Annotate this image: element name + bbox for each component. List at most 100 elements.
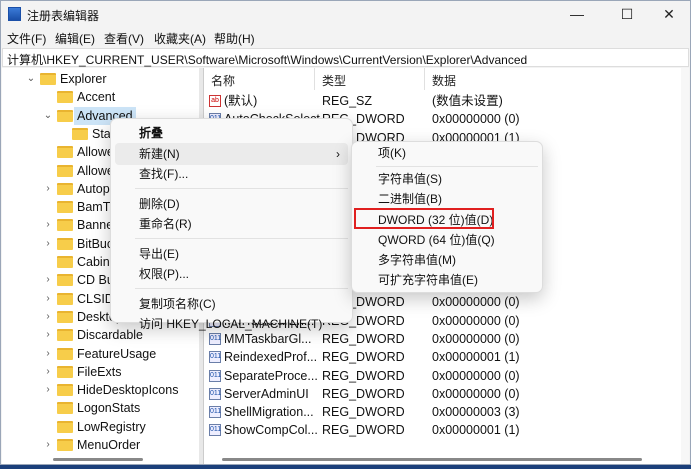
menu-item-label: 权限(P)... <box>139 267 189 281</box>
menu-file[interactable]: 文件(F) <box>7 30 46 47</box>
binary-value-icon: 011 <box>209 424 221 437</box>
submenu-arrow-icon: › <box>336 146 340 161</box>
folder-icon <box>57 91 73 104</box>
value-row[interactable]: 011 SeparateProce... REG_DWORD 0x00000000 (… <box>209 367 669 385</box>
tree-horizontal-scrollbar[interactable] <box>53 458 143 461</box>
folder-icon <box>57 146 73 159</box>
value-data: 0x00000001 (1) <box>432 423 520 438</box>
submenu-item[interactable]: 字符串值(S) <box>354 168 538 190</box>
column-header-name[interactable]: 名称 <box>211 72 235 89</box>
expand-chevron-icon[interactable]: ⌄ <box>43 107 53 125</box>
minimize-button[interactable]: — <box>554 1 600 27</box>
context-menu-item[interactable]: 重命名(R) <box>115 213 348 235</box>
value-data: 0x00000000 (0) <box>432 368 520 383</box>
menu-item-label: 多字符串值(M) <box>378 253 456 267</box>
folder-icon <box>57 219 73 232</box>
context-menu-item[interactable]: 折叠 <box>115 122 348 144</box>
maximize-button[interactable]: ☐ <box>604 1 650 27</box>
tree-item-label: Banne <box>77 218 114 233</box>
tree-item-label: Allowe <box>77 145 114 160</box>
value-row[interactable]: 011 ShowCompCol... REG_DWORD 0x00000001 (1) <box>209 421 669 439</box>
close-button[interactable]: ✕ <box>646 1 691 27</box>
expand-chevron-icon[interactable]: › <box>43 290 53 308</box>
context-menu-item[interactable]: 访问 HKEY_LOCAL_MACHINE(T) <box>115 313 348 335</box>
menu-item-label: 折叠 <box>139 126 164 140</box>
submenu-item[interactable]: 多字符串值(M) <box>354 249 538 271</box>
tree-item-label: MenuOrder <box>77 438 141 452</box>
expand-chevron-icon[interactable]: › <box>43 271 53 289</box>
context-menu-item[interactable]: 复制项名称(C) <box>115 293 348 315</box>
expand-chevron-icon[interactable]: › <box>43 363 53 381</box>
folder-icon <box>57 310 73 323</box>
value-name: ShowCompCol... <box>224 423 318 438</box>
menu-item-label: 项(K) <box>378 146 406 160</box>
value-row[interactable]: 011 ShellMigration... REG_DWORD 0x00000003 … <box>209 403 669 421</box>
value-data: 0x00000000 (0) <box>432 313 520 328</box>
value-type: REG_SZ <box>322 94 373 108</box>
context-menu-item[interactable]: 新建(N) › <box>115 142 348 165</box>
folder-icon <box>57 109 73 122</box>
value-name: ServerAdminUI <box>224 386 309 401</box>
tree-item-label: Accent <box>77 90 116 105</box>
menu-item-label: 字符串值(S) <box>378 172 442 187</box>
address-bar[interactable]: 计算机\HKEY_CURRENT_USER\Software\Microsoft… <box>2 48 689 67</box>
expand-chevron-icon[interactable]: › <box>43 216 53 234</box>
menu-separator <box>135 287 348 289</box>
expand-chevron-icon[interactable]: › <box>43 381 53 399</box>
expand-chevron-icon[interactable]: ⌄ <box>26 70 36 88</box>
submenu-item[interactable]: 可扩充字符串值(E) <box>354 269 538 291</box>
folder-icon <box>57 164 73 177</box>
context-menu-item[interactable]: 查找(F)... <box>115 163 348 185</box>
context-menu-item[interactable]: 权限(P)... <box>115 263 348 285</box>
folder-icon <box>57 182 73 195</box>
expand-chevron-icon[interactable]: › <box>43 235 53 253</box>
menu-favorites[interactable]: 收藏夹(A) <box>154 30 206 47</box>
value-data: 0x00000001 (1) <box>432 350 520 365</box>
menu-bar: 文件(F) 编辑(E) 查看(V) 收藏夹(A) 帮助(H) <box>1 27 690 47</box>
menu-help[interactable]: 帮助(H) <box>214 30 255 47</box>
string-value-icon: ab <box>209 95 221 107</box>
context-menu-item[interactable]: 导出(E) <box>115 243 348 265</box>
menu-edit[interactable]: 编辑(E) <box>55 30 95 47</box>
value-data: 0x00000000 (0) <box>432 386 520 401</box>
folder-icon <box>57 420 73 433</box>
binary-value-icon: 011 <box>209 406 221 419</box>
highlight-box <box>354 208 494 229</box>
menu-view[interactable]: 查看(V) <box>104 30 144 47</box>
tree-item-label: LogonStats <box>77 401 141 416</box>
menu-separator <box>135 237 348 239</box>
folder-icon <box>40 73 56 85</box>
submenu-item[interactable]: 项(K) <box>354 142 538 164</box>
value-row[interactable]: ab (默认) REG_SZ (数值未设置) <box>209 92 669 110</box>
menu-item-label: 重命名(R) <box>139 217 192 231</box>
expand-chevron-icon[interactable]: › <box>43 326 53 344</box>
context-menu-item[interactable]: 删除(D) <box>115 193 348 215</box>
value-type: REG_DWORD <box>322 423 405 438</box>
menu-item-label: 删除(D) <box>139 196 180 211</box>
menu-separator <box>376 166 538 168</box>
vertical-scrollbar[interactable] <box>681 68 689 464</box>
expand-chevron-icon[interactable]: › <box>43 180 53 198</box>
value-name: SeparateProce... <box>224 368 318 383</box>
menu-item-label: 查找(F)... <box>139 167 189 181</box>
value-data: 0x00000000 (0) <box>432 331 520 346</box>
column-header-data[interactable]: 数据 <box>432 72 456 89</box>
folder-icon <box>57 201 73 214</box>
value-row[interactable]: 011 ReindexedProf... REG_DWORD 0x00000001 (… <box>209 348 669 366</box>
tree-item-label: Explorer <box>60 72 107 86</box>
column-header-type[interactable]: 类型 <box>322 72 346 89</box>
submenu-item[interactable]: QWORD (64 位)值(Q) <box>354 229 538 251</box>
expand-chevron-icon[interactable]: › <box>43 436 53 454</box>
value-row[interactable]: 011 ServerAdminUI REG_DWORD 0x00000000 (0) <box>209 385 669 403</box>
folder-icon <box>57 256 73 268</box>
horizontal-scrollbar[interactable] <box>222 458 642 461</box>
menu-item-label: 访问 HKEY_LOCAL_MACHINE(T) <box>139 317 323 331</box>
expand-chevron-icon[interactable]: › <box>43 345 53 363</box>
tree-item-label: CLSID <box>77 291 114 306</box>
folder-icon <box>57 365 73 378</box>
tree-item-label: Allowe <box>77 163 114 178</box>
expand-chevron-icon[interactable]: › <box>43 308 53 326</box>
folder-icon <box>57 347 73 360</box>
value-data: (数值未设置) <box>432 94 503 108</box>
folder-icon <box>57 329 73 342</box>
